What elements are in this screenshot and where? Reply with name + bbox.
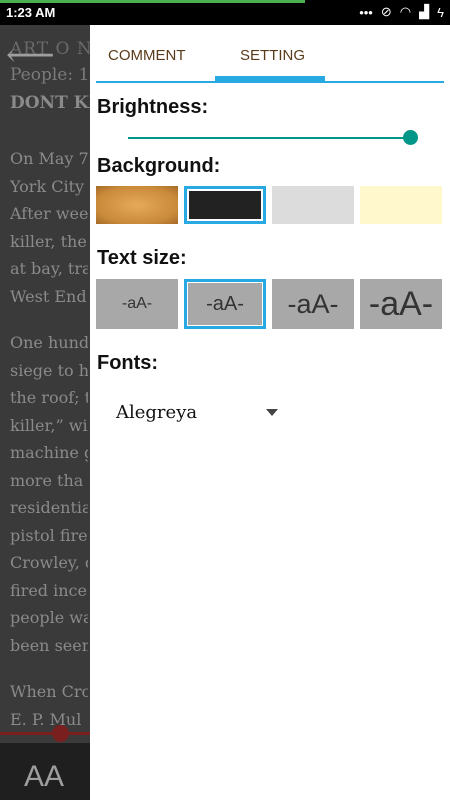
font-dropdown[interactable]: Alegreya — [116, 399, 286, 429]
status-icons: ••• ⊘ ◠ ▟ ϟ — [359, 4, 444, 20]
brightness-slider-knob[interactable] — [403, 130, 418, 145]
tab-divider — [96, 81, 444, 83]
reader-paragraph-3: When Cro E. P. Mul — [10, 682, 88, 729]
alarm-off-icon: ⊘ — [380, 4, 392, 19]
background-label: Background: — [97, 155, 221, 177]
chapter-subheader: People: 1 — [10, 65, 90, 85]
text-size-label: Text size: — [97, 247, 187, 269]
background-option-gray[interactable] — [272, 186, 354, 224]
brightness-slider-track[interactable] — [128, 137, 410, 139]
background-option-dark[interactable] — [184, 186, 266, 224]
text-size-option-xlarge[interactable]: -aA- — [360, 279, 442, 329]
wifi-icon: ◠ — [399, 4, 412, 19]
text-size-icon[interactable]: AA — [24, 760, 64, 794]
reading-progress-knob[interactable] — [52, 725, 69, 742]
text-size-option-large[interactable]: -aA- — [272, 279, 354, 329]
reader-paragraph-2: One hund siege to h the roof; t killer,”… — [10, 333, 88, 655]
reader-paragraph-1: On May 7, York City After wee killer, th… — [10, 149, 88, 306]
tab-comment[interactable]: COMMENT — [108, 47, 186, 64]
tab-setting[interactable]: SETTING — [240, 47, 305, 64]
chapter-title: DONT KI — [10, 93, 97, 113]
chevron-down-icon — [266, 409, 278, 416]
signal-icon: ▟ — [419, 4, 430, 19]
reading-progress-track[interactable] — [0, 732, 90, 735]
status-bar-progress-line — [0, 0, 305, 3]
brightness-label: Brightness: — [97, 96, 209, 118]
more-dots-icon: ••• — [359, 4, 373, 20]
text-size-option-small[interactable]: -aA- — [96, 279, 178, 329]
settings-panel: COMMENT SETTING Brightness: Background: … — [90, 25, 450, 800]
tab-bar: COMMENT SETTING — [90, 25, 450, 83]
background-option-parchment[interactable] — [96, 186, 178, 224]
text-size-option-medium[interactable]: -aA- — [184, 279, 266, 329]
status-time: 1:23 AM — [6, 5, 56, 20]
status-bar: 1:23 AM ••• ⊘ ◠ ▟ ϟ — [0, 0, 450, 25]
chapter-header: ART O N — [10, 39, 93, 59]
background-option-cream[interactable] — [360, 186, 442, 224]
battery-icon: ϟ — [437, 4, 444, 20]
font-dropdown-value: Alegreya — [116, 402, 198, 423]
fonts-label: Fonts: — [97, 352, 159, 374]
